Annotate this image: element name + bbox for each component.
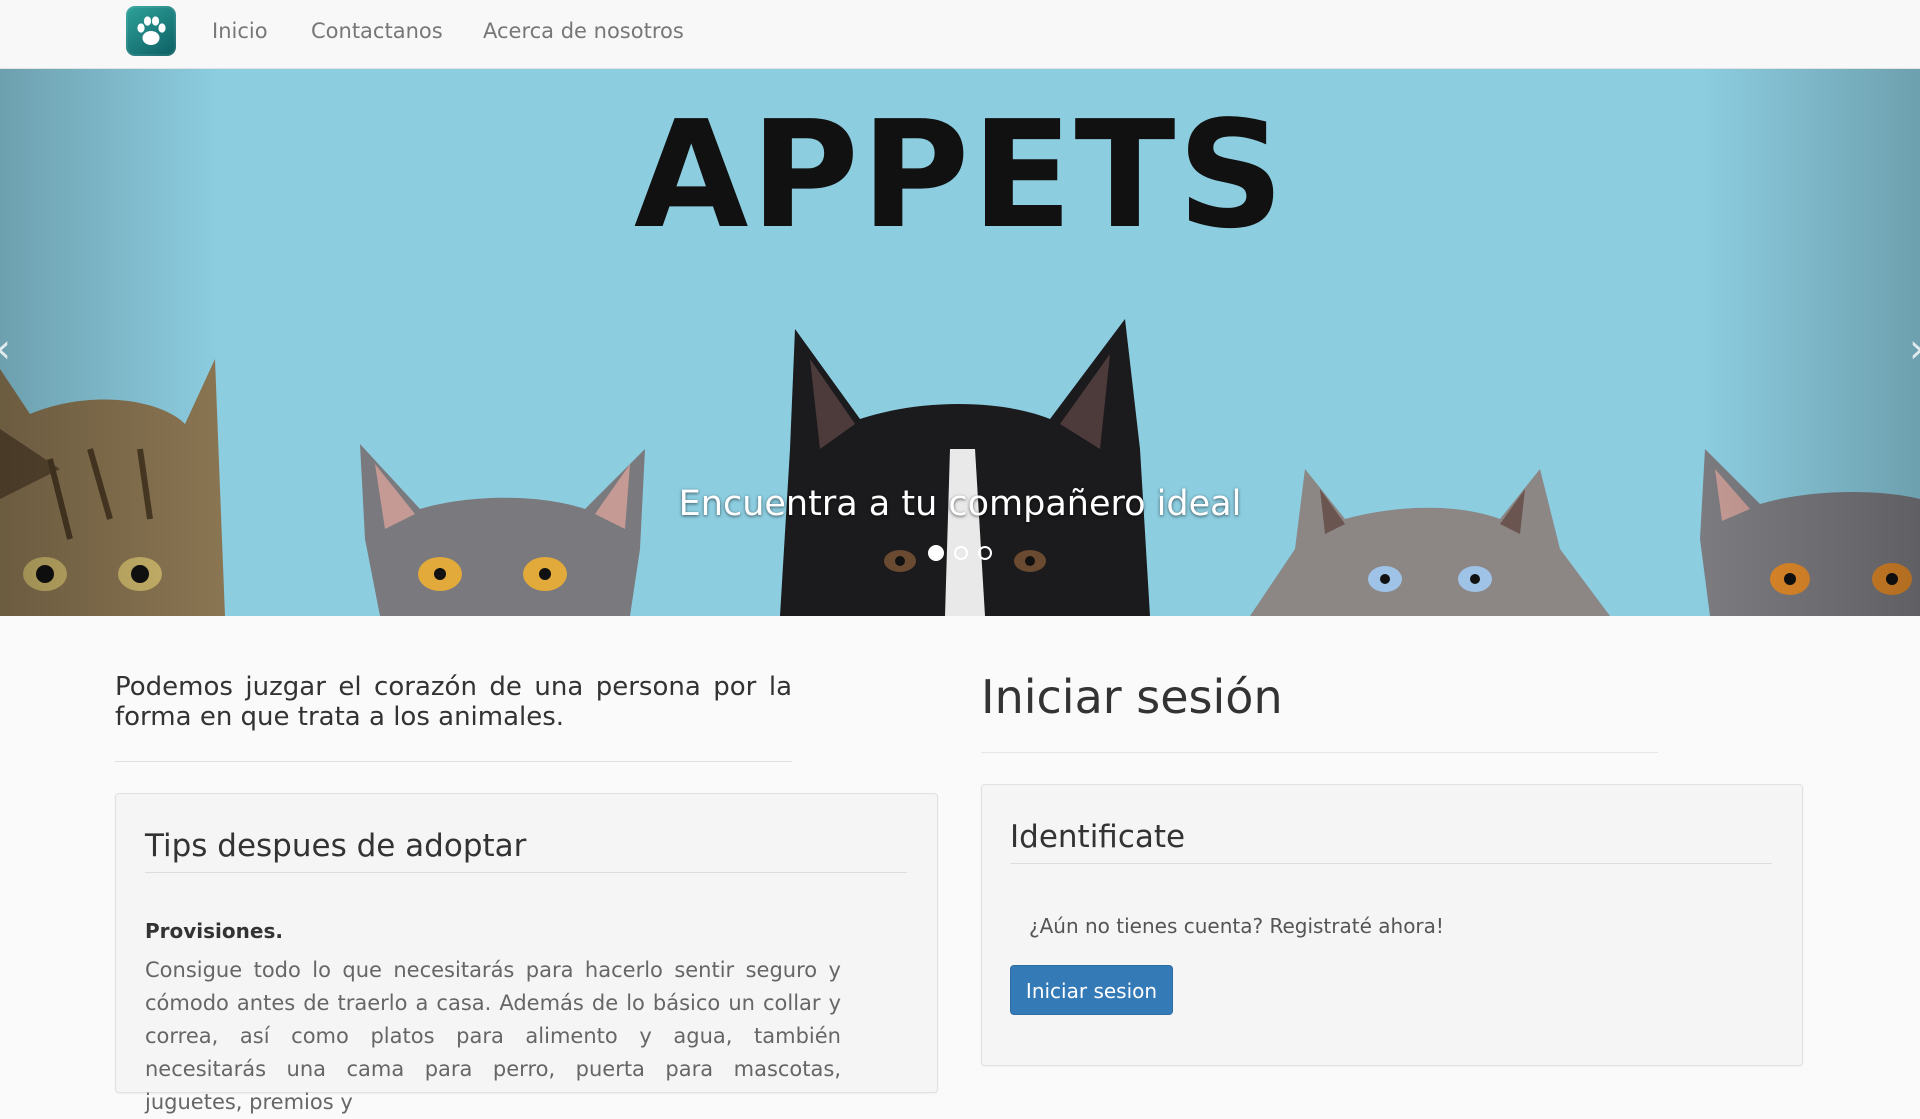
- carousel-indicator-2[interactable]: [954, 546, 968, 560]
- nav-link-inicio[interactable]: Inicio: [212, 19, 268, 43]
- tips-title: Tips despues de adoptar: [145, 828, 527, 864]
- carousel-indicator-1[interactable]: [928, 545, 944, 561]
- carousel-indicator-3[interactable]: [978, 546, 992, 560]
- hero-caption: Encuentra a tu compañero ideal: [678, 484, 1242, 524]
- chevron-left-icon[interactable]: ‹: [0, 319, 18, 379]
- login-button[interactable]: Iniciar sesion: [1010, 965, 1173, 1015]
- quote-divider: [115, 761, 792, 762]
- login-divider: [981, 752, 1658, 753]
- carousel-indicators: [0, 545, 1920, 561]
- tips-divider: [145, 872, 907, 873]
- nav-link-acerca[interactable]: Acerca de nosotros: [483, 19, 684, 43]
- login-title: Iniciar sesión: [981, 670, 1283, 724]
- identify-divider: [1010, 863, 1772, 864]
- tips-body: Consigue todo lo que necesitarás para ha…: [145, 958, 841, 1114]
- animal-quote: Podemos juzgar el corazón de una persona…: [115, 672, 792, 732]
- identify-panel: Identificate ¿Aún no tienes cuenta? Regi…: [981, 784, 1803, 1066]
- hero-carousel: APPETS Encuentra a tu compañero ideal ‹ …: [0, 69, 1920, 616]
- nav-link-contactanos[interactable]: Contactanos: [311, 19, 443, 43]
- identify-title: Identificate: [1010, 819, 1186, 855]
- navbar: Inicio Contactanos Acerca de nosotros: [0, 0, 1920, 69]
- hero-title: APPETS: [633, 89, 1287, 261]
- paw-icon[interactable]: [126, 6, 176, 56]
- chevron-right-icon[interactable]: ›: [1902, 319, 1920, 379]
- tips-panel: Tips despues de adoptar Provisiones. Con…: [115, 793, 938, 1114]
- register-prompt[interactable]: ¿Aún no tienes cuenta? Registraté ahora!: [1029, 914, 1444, 938]
- tips-subtitle: Provisiones.: [145, 919, 283, 943]
